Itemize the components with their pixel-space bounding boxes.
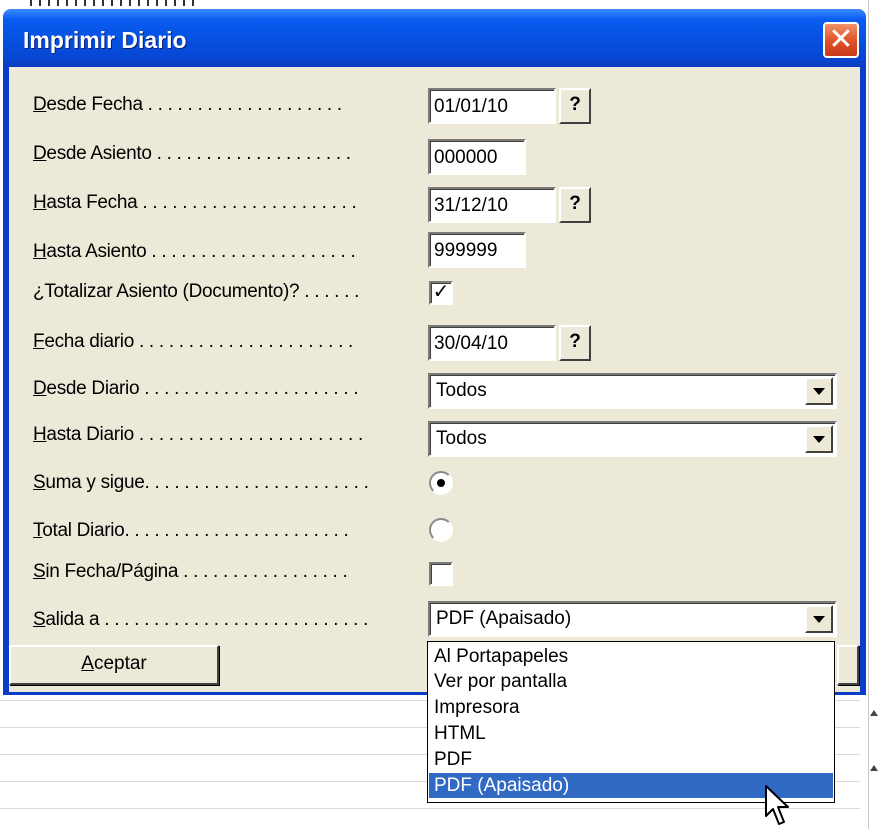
fecha-diario-label: Fecha diario . . . . . . . . . . . . . .… [33, 331, 359, 352]
totalizar-asiento-label: ¿Totalizar Asiento (Documento)? . . . . … [33, 281, 365, 302]
hasta-asiento-label: Hasta Asiento . . . . . . . . . . . . . … [33, 241, 361, 262]
total-diario-label: Total Diario. . . . . . . . . . . . . . … [33, 520, 354, 541]
salida-a-select[interactable]: PDF (Apaisado) [428, 601, 837, 637]
chevron-down-icon[interactable] [805, 377, 833, 405]
close-button[interactable]: ✕ [823, 22, 859, 58]
dialog-body: Desde Fecha . . . . . . . . . . . . . . … [9, 67, 860, 692]
mouse-cursor-icon [765, 785, 789, 825]
salida-a-value: PDF (Apaisado) [436, 608, 572, 629]
close-icon: ✕ [828, 23, 854, 56]
suma-y-sigue-radio[interactable] [429, 471, 453, 495]
desde-fecha-help-button[interactable]: ? [559, 88, 591, 124]
dropdown-option[interactable]: Ver por pantalla [429, 669, 833, 694]
total-diario-radio[interactable] [429, 518, 453, 542]
imprimir-diario-dialog: Imprimir Diario ✕ Desde Fecha . . . . . … [3, 9, 866, 695]
background-gridline [0, 808, 860, 809]
dropdown-option[interactable]: PDF [429, 747, 833, 772]
checkmark-icon: ✓ [432, 281, 450, 303]
salida-a-dropdown-list: Al Portapapeles Ver por pantalla Impreso… [427, 641, 835, 803]
dropdown-option[interactable]: HTML [429, 721, 833, 746]
background-sheet-dots [30, 0, 200, 6]
hasta-fecha-input[interactable]: 31/12/10 [428, 187, 556, 223]
hasta-diario-select[interactable]: Todos [428, 421, 837, 457]
hasta-asiento-input[interactable]: 999999 [428, 232, 526, 268]
sin-fecha-pagina-label: Sin Fecha/Página . . . . . . . . . . . .… [33, 561, 353, 582]
desde-fecha-input[interactable]: 01/01/10 [428, 88, 556, 124]
dropdown-option[interactable]: Al Portapapeles [429, 644, 833, 669]
totalizar-asiento-checkbox[interactable]: ✓ [429, 281, 453, 305]
scroll-up-arrow-icon[interactable] [870, 765, 878, 771]
fecha-diario-help-button[interactable]: ? [559, 325, 591, 361]
suma-y-sigue-label: Suma y sigue. . . . . . . . . . . . . . … [33, 472, 374, 493]
chevron-down-icon[interactable] [805, 605, 833, 633]
desde-diario-select[interactable]: Todos [428, 373, 837, 409]
chevron-down-icon[interactable] [805, 425, 833, 453]
background-column-border [868, 0, 869, 829]
sin-fecha-pagina-checkbox[interactable] [429, 562, 453, 586]
hasta-diario-value: Todos [436, 428, 487, 449]
scroll-up-arrow-icon[interactable] [870, 710, 878, 716]
radio-selected-dot [437, 479, 445, 487]
fecha-diario-input[interactable]: 30/04/10 [428, 325, 556, 361]
desde-asiento-label: Desde Asiento . . . . . . . . . . . . . … [33, 143, 356, 164]
aceptar-button[interactable]: Aceptar [9, 645, 219, 685]
desde-asiento-input[interactable]: 000000 [428, 139, 526, 175]
desde-diario-value: Todos [436, 380, 487, 401]
hasta-fecha-help-button[interactable]: ? [559, 187, 591, 223]
title-bar[interactable]: Imprimir Diario ✕ [3, 9, 866, 67]
salida-a-label: Salida a . . . . . . . . . . . . . . . .… [33, 609, 374, 630]
dropdown-option[interactable]: Impresora [429, 695, 833, 720]
hasta-fecha-label: Hasta Fecha . . . . . . . . . . . . . . … [33, 192, 362, 213]
desde-diario-label: Desde Diario . . . . . . . . . . . . . .… [33, 378, 364, 399]
cancel-button-partial[interactable] [837, 645, 859, 685]
hasta-diario-label: Hasta Diario . . . . . . . . . . . . . .… [33, 424, 368, 445]
desde-fecha-label: Desde Fecha . . . . . . . . . . . . . . … [33, 94, 347, 115]
dialog-title: Imprimir Diario [23, 27, 187, 53]
